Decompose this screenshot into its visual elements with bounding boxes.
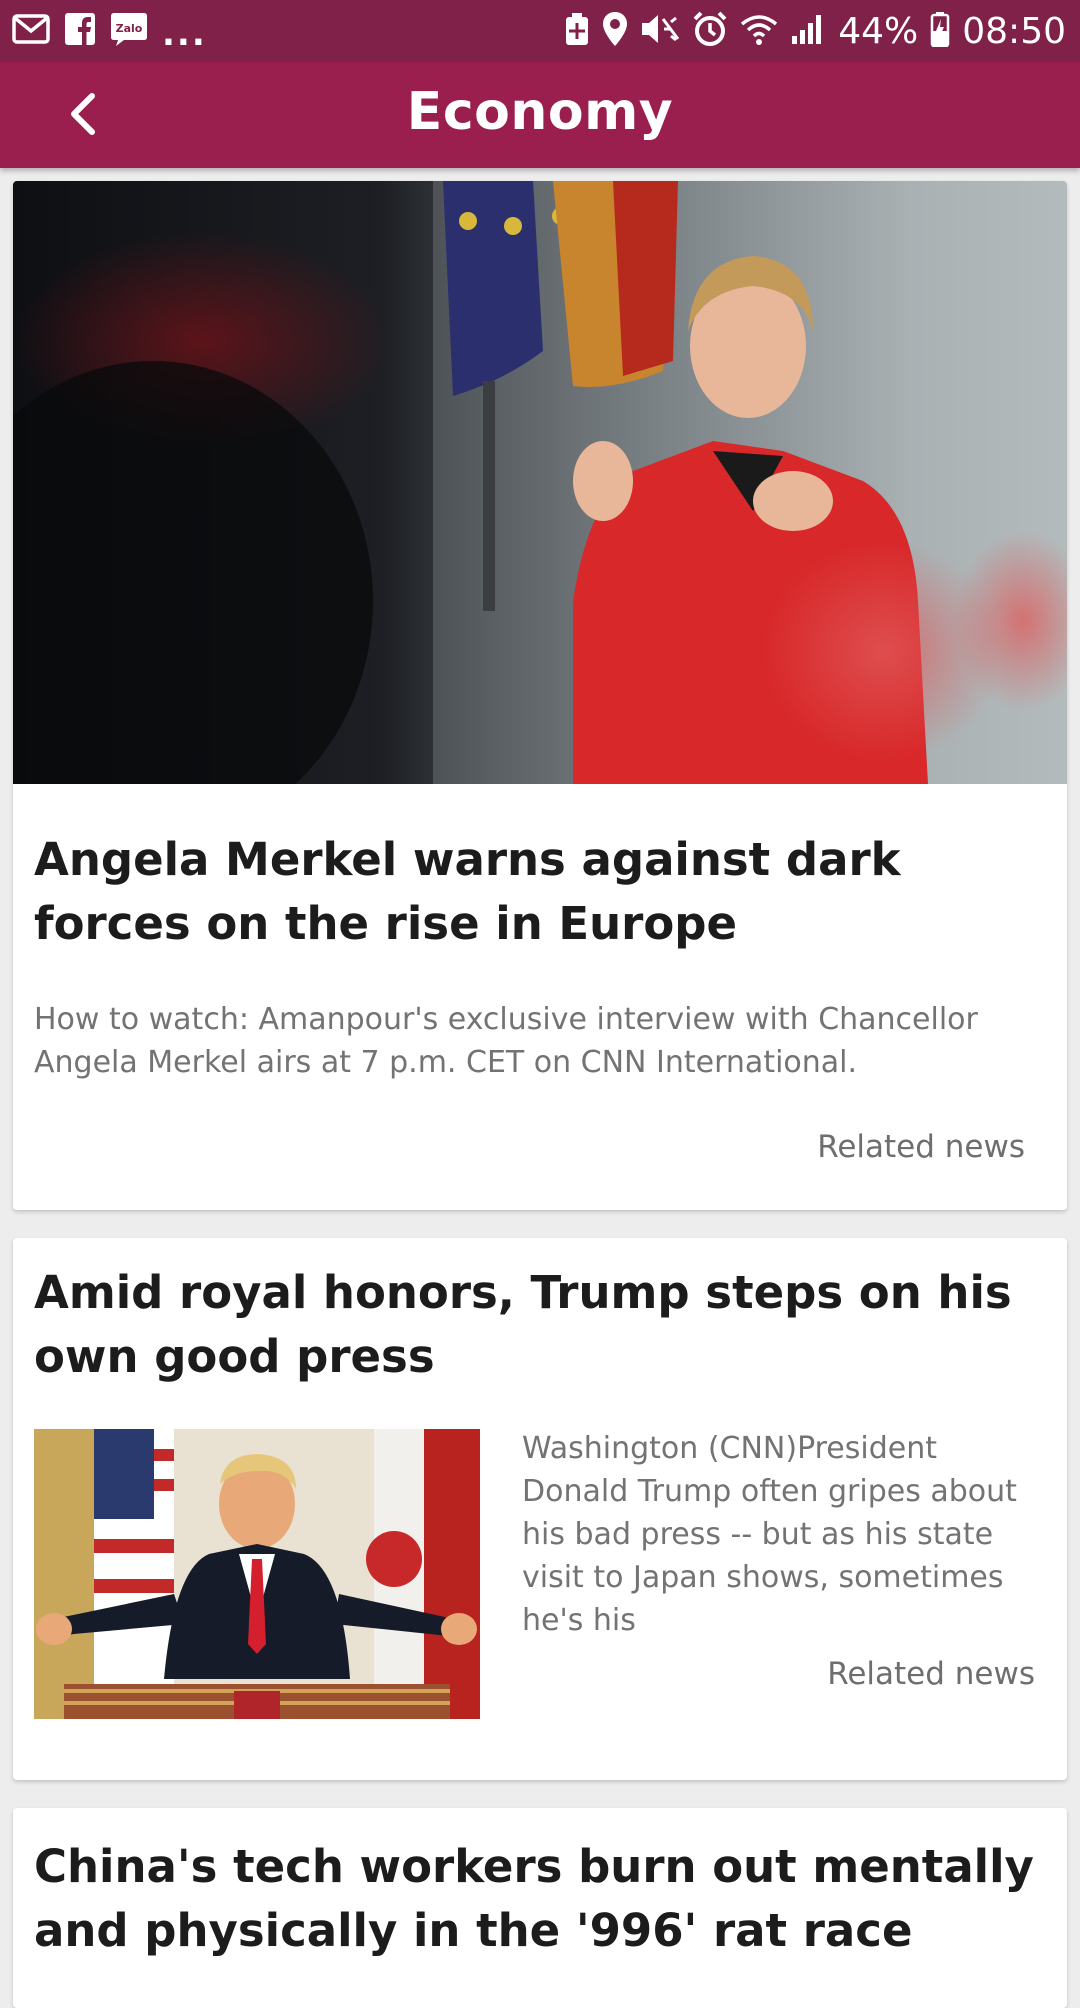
related-news-link[interactable]: Related news — [817, 1129, 1025, 1165]
page-title: Economy — [406, 82, 674, 142]
article-title[interactable]: China's tech workers burn out mentally a… — [34, 1835, 1046, 1963]
related-news-link[interactable]: Related news — [827, 1656, 1035, 1692]
article-hero-image[interactable] — [13, 181, 1067, 784]
zalo-label: Zalo — [116, 22, 143, 35]
more-notifications: ... — [162, 14, 207, 54]
article-card[interactable]: Amid royal honors, Trump steps on his ow… — [13, 1238, 1067, 1780]
clock: 08:50 — [962, 10, 1066, 52]
alarm-icon — [692, 11, 728, 51]
battery-charging-icon — [930, 11, 950, 51]
status-bar: Zalo ... 44% 08:50 — [0, 0, 1080, 62]
mute-icon — [640, 11, 680, 51]
mail-icon — [12, 12, 50, 50]
zalo-icon: Zalo — [110, 11, 148, 51]
location-icon — [602, 11, 628, 51]
facebook-icon — [64, 12, 96, 50]
battery-saver-icon — [564, 12, 590, 50]
wifi-icon — [740, 12, 778, 50]
app-bar: Economy — [0, 62, 1080, 168]
article-summary: How to watch: Amanpour's exclusive inter… — [34, 1002, 978, 1080]
article-title[interactable]: Amid royal honors, Trump steps on his ow… — [34, 1261, 1046, 1389]
article-card[interactable]: China's tech workers burn out mentally a… — [13, 1808, 1067, 2008]
article-card[interactable]: Angela Merkel warns against dark forces … — [13, 181, 1067, 1210]
article-thumbnail[interactable] — [34, 1429, 480, 1719]
battery-percent: 44% — [838, 10, 919, 52]
article-summary: Washington (CNN)President Donald Trump o… — [522, 1431, 1017, 1638]
article-title[interactable]: Angela Merkel warns against dark forces … — [34, 828, 1046, 956]
signal-icon — [790, 12, 826, 50]
